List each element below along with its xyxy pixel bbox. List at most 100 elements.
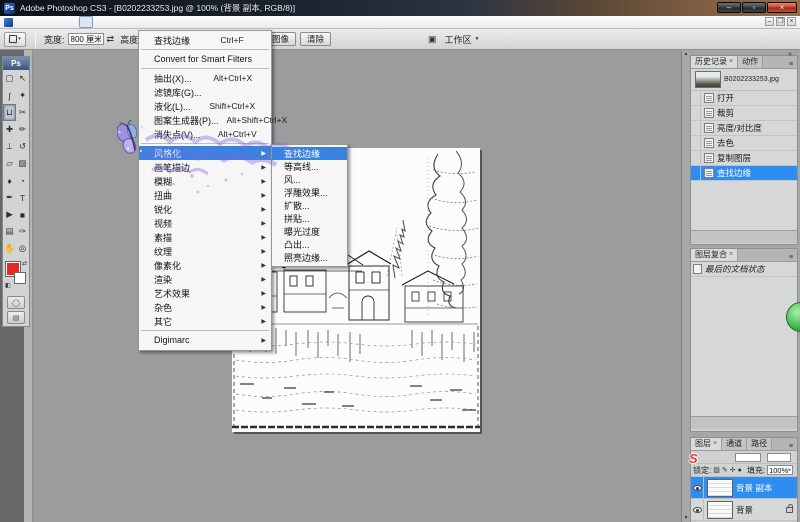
- panel-menu-icon[interactable]: ≡: [785, 61, 797, 68]
- history-brush-source-well[interactable]: [691, 136, 701, 150]
- tab-layer-comps[interactable]: 图层复合 ×: [691, 249, 739, 261]
- swap-colors-icon[interactable]: ⇄: [22, 260, 27, 267]
- stylize-item-tiles[interactable]: 拼贴...: [272, 212, 347, 225]
- tool-gradient[interactable]: ▨: [16, 155, 29, 172]
- filter-item-find-edges[interactable]: 查找边缘 Ctrl+F: [139, 33, 271, 47]
- workspace-button[interactable]: 工作区 ▼: [441, 32, 484, 46]
- tool-brush[interactable]: ✏: [16, 121, 29, 138]
- swap-dimensions-icon[interactable]: ⇄: [107, 34, 115, 45]
- quick-mask-button[interactable]: ◯: [7, 296, 25, 309]
- filter-item-vanishing-point[interactable]: 消失点(V)... Alt+Ctrl+V: [139, 127, 271, 141]
- tool-clone-stamp[interactable]: ⊥: [3, 138, 16, 155]
- minimize-button[interactable]: –: [717, 2, 741, 13]
- panel-menu-icon[interactable]: ≡: [785, 254, 797, 261]
- stylize-item-find-edges[interactable]: 查找边缘: [272, 147, 347, 160]
- tool-eyedropper[interactable]: ✑: [16, 223, 29, 240]
- history-brush-source-well[interactable]: [691, 166, 701, 180]
- tab-close-icon[interactable]: ×: [729, 56, 733, 68]
- history-step-find-edges[interactable]: 查找边缘: [691, 166, 797, 181]
- menu-layer[interactable]: [55, 16, 67, 28]
- tool-notes[interactable]: ▤: [3, 223, 16, 240]
- history-brush-source-well[interactable]: [691, 106, 701, 120]
- stylize-item-wind[interactable]: 风...: [272, 173, 347, 186]
- panel-menu-icon[interactable]: ≡: [785, 443, 797, 450]
- tool-rectangular-marquee[interactable]: ▢: [3, 70, 16, 87]
- tab-history[interactable]: 历史记录 ×: [691, 56, 739, 68]
- tool-eraser[interactable]: ▱: [3, 155, 16, 172]
- tab-actions[interactable]: 动作: [738, 56, 764, 68]
- sogou-logo-icon[interactable]: S: [689, 451, 698, 466]
- tool-blur[interactable]: ♦: [3, 172, 16, 189]
- filter-item-liquify[interactable]: 液化(L)... Shift+Ctrl+X: [139, 99, 271, 113]
- history-step-desaturate[interactable]: 去色: [691, 136, 797, 151]
- filter-item-pattern-maker[interactable]: 图案生成器(P)... Alt+Shift+Ctrl+X: [139, 113, 287, 127]
- tool-pen[interactable]: ✒: [3, 189, 16, 206]
- filter-item-extract[interactable]: 抽出(X)... Alt+Ctrl+X: [139, 71, 271, 85]
- stylize-item-diffuse[interactable]: 扩散...: [272, 199, 347, 212]
- history-step-duplicate-layer[interactable]: 复制图层: [691, 151, 797, 166]
- tool-healing-brush[interactable]: ✚: [3, 121, 16, 138]
- stylize-item-glowing-edges[interactable]: 照亮边缘...: [272, 251, 347, 264]
- tool-crop[interactable]: ⊔: [3, 104, 16, 121]
- clear-button[interactable]: 清除: [300, 32, 332, 46]
- filter-item-texture[interactable]: 纹理 ▶: [139, 244, 271, 258]
- tool-shape[interactable]: ■: [16, 206, 29, 223]
- history-source-row[interactable]: B0202233253.jpg: [691, 69, 797, 91]
- menu-view[interactable]: [93, 16, 105, 28]
- tool-dodge[interactable]: ◔: [16, 172, 29, 189]
- menu-filter[interactable]: [79, 16, 93, 28]
- layer-row-background-copy[interactable]: 背景 副本: [691, 477, 797, 499]
- tab-close-icon[interactable]: ×: [729, 249, 733, 261]
- tool-magic-wand[interactable]: ✦: [16, 87, 29, 104]
- history-step-crop[interactable]: 裁剪: [691, 106, 797, 121]
- tool-move[interactable]: ↖: [16, 70, 29, 87]
- filter-item-sharpen[interactable]: 锐化 ▶: [139, 202, 271, 216]
- scroll-down-arrow-icon[interactable]: ▼: [682, 514, 690, 522]
- filter-item-stylize[interactable]: 风格化 ▶: [139, 146, 271, 160]
- filter-item-pixelate[interactable]: 像素化 ▶: [139, 258, 271, 272]
- stylize-item-trace-contour[interactable]: 等高线...: [272, 160, 347, 173]
- tab-layers[interactable]: 图层 ×: [691, 438, 723, 450]
- dock-collapse-icon[interactable]: «: [788, 51, 792, 58]
- doc-close-button[interactable]: ×: [787, 17, 796, 26]
- history-brush-source-well[interactable]: [691, 91, 701, 105]
- filter-item-render[interactable]: 渲染 ▶: [139, 272, 271, 286]
- tool-history-brush[interactable]: ↺: [16, 138, 29, 155]
- stylize-item-solarize[interactable]: 曝光过度: [272, 225, 347, 238]
- filter-item-sketch[interactable]: 素描 ▶: [139, 230, 271, 244]
- layer-row-background[interactable]: 背景: [691, 499, 797, 521]
- history-step-open[interactable]: 打开: [691, 91, 797, 106]
- menu-image[interactable]: [43, 16, 55, 28]
- filter-item-video[interactable]: 视频 ▶: [139, 216, 271, 230]
- tool-hand[interactable]: ✋: [3, 240, 16, 257]
- filter-item-artistic[interactable]: 艺术效果 ▶: [139, 286, 271, 300]
- menu-window[interactable]: [105, 16, 117, 28]
- history-brush-source-well[interactable]: [691, 151, 701, 165]
- tab-paths[interactable]: 路径: [747, 438, 773, 450]
- menu-file[interactable]: [19, 16, 31, 28]
- screen-mode-button[interactable]: ▤: [7, 311, 25, 324]
- tool-path-selection[interactable]: ▶: [3, 206, 16, 223]
- tool-type[interactable]: T: [16, 189, 29, 206]
- width-input[interactable]: [67, 33, 104, 45]
- doc-minimize-button[interactable]: –: [765, 17, 774, 26]
- tool-slice[interactable]: ✂: [16, 104, 29, 121]
- toolbox-header[interactable]: Ps: [3, 57, 29, 70]
- menu-edit[interactable]: [31, 16, 43, 28]
- tab-channels[interactable]: 通道: [722, 438, 748, 450]
- filter-item-blur[interactable]: 模糊 ▶: [139, 174, 271, 188]
- tool-zoom[interactable]: ◎: [16, 240, 29, 257]
- history-step-brightness-contrast[interactable]: 亮度/对比度: [691, 121, 797, 136]
- filter-item-noise[interactable]: 杂色 ▶: [139, 300, 271, 314]
- lock-transparent-pixels-icon[interactable]: ▨: [713, 466, 720, 474]
- doc-restore-button[interactable]: ❐: [776, 17, 785, 26]
- lock-image-pixels-icon[interactable]: ✎: [722, 466, 728, 474]
- visibility-cell[interactable]: [691, 477, 704, 498]
- filter-item-digimarc[interactable]: Digimarc ▶: [139, 333, 271, 347]
- active-tool-preset[interactable]: ▾: [4, 31, 26, 47]
- close-button[interactable]: ×: [767, 2, 797, 13]
- history-brush-source-well[interactable]: [691, 121, 701, 135]
- filter-item-distort[interactable]: 扭曲 ▶: [139, 188, 271, 202]
- filter-item-filter-gallery[interactable]: 滤镜库(G)...: [139, 85, 271, 99]
- lock-position-icon[interactable]: ✛: [730, 466, 736, 474]
